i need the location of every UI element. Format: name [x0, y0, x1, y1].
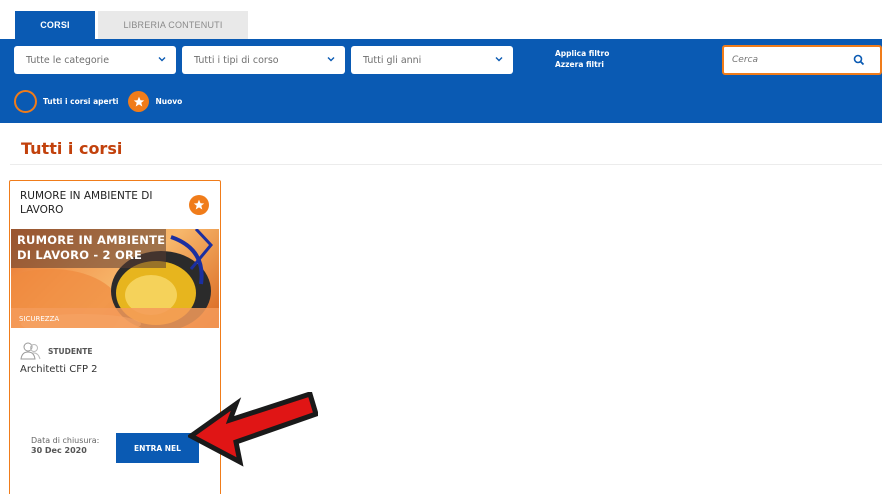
course-type-select-value: Tutti i tipi di corso: [194, 54, 279, 66]
course-card-title: RUMORE IN AMBIENTE DI LAVORO: [20, 190, 153, 216]
star-icon: [189, 195, 209, 215]
course-category: SICUREZZA: [19, 315, 60, 323]
image-caption-line-1: RUMORE IN AMBIENTE: [17, 233, 166, 247]
category-select-value: Tutte le categorie: [26, 54, 110, 66]
filter-actions: Applica filtro Azzera filtri: [555, 48, 609, 70]
chevron-down-icon: [158, 57, 166, 62]
year-select[interactable]: Tutti gli anni: [351, 46, 513, 74]
year-select-value: Tutti gli anni: [363, 54, 422, 66]
legend: Tutti i corsi aperti Nuovo: [14, 90, 182, 113]
enter-course-button[interactable]: ENTRA NEL: [116, 433, 199, 463]
role-label: STUDENTE: [48, 346, 93, 356]
user-outline-icon: [20, 342, 41, 360]
filter-bar: Tutte le categorie Tutti i tipi di corso…: [0, 39, 882, 123]
search-box: [722, 45, 882, 75]
page-title: Tutti i corsi: [21, 139, 123, 158]
chevron-down-icon: [495, 57, 503, 62]
image-caption-line-2: DI LAVORO - 2 ORE: [17, 248, 143, 262]
open-courses-ring-icon: [14, 90, 37, 113]
star-icon: [128, 91, 150, 112]
reset-filters-link[interactable]: Azzera filtri: [555, 59, 609, 70]
course-image: RUMORE IN AMBIENTE DI LAVORO - 2 ORE SIC…: [11, 229, 219, 328]
apply-filter-link[interactable]: Applica filtro: [555, 48, 609, 59]
category-select[interactable]: Tutte le categorie: [14, 46, 176, 74]
red-arrow-icon: [188, 392, 318, 467]
tab-libreria-contenuti[interactable]: LIBRERIA CONTENUTI: [98, 11, 248, 39]
legend-open-courses[interactable]: Tutti i corsi aperti: [43, 97, 118, 106]
course-type-select[interactable]: Tutti i tipi di corso: [182, 46, 345, 74]
chevron-down-icon: [327, 57, 335, 62]
search-input[interactable]: [732, 53, 852, 67]
image-caption: RUMORE IN AMBIENTE DI LAVORO - 2 ORE: [17, 233, 165, 263]
course-name: Architetti CFP 2: [20, 364, 98, 375]
divider: [10, 164, 882, 165]
close-date-value: 30 Dec 2020: [31, 446, 87, 455]
close-date-label: Data di chiusura:: [31, 436, 100, 445]
legend-new[interactable]: Nuovo: [155, 97, 182, 106]
role-row: STUDENTE: [20, 341, 92, 361]
search-icon[interactable]: [852, 53, 866, 67]
tab-bar: CORSI LIBRERIA CONTENUTI: [15, 11, 248, 39]
tab-corsi[interactable]: CORSI: [15, 11, 95, 39]
